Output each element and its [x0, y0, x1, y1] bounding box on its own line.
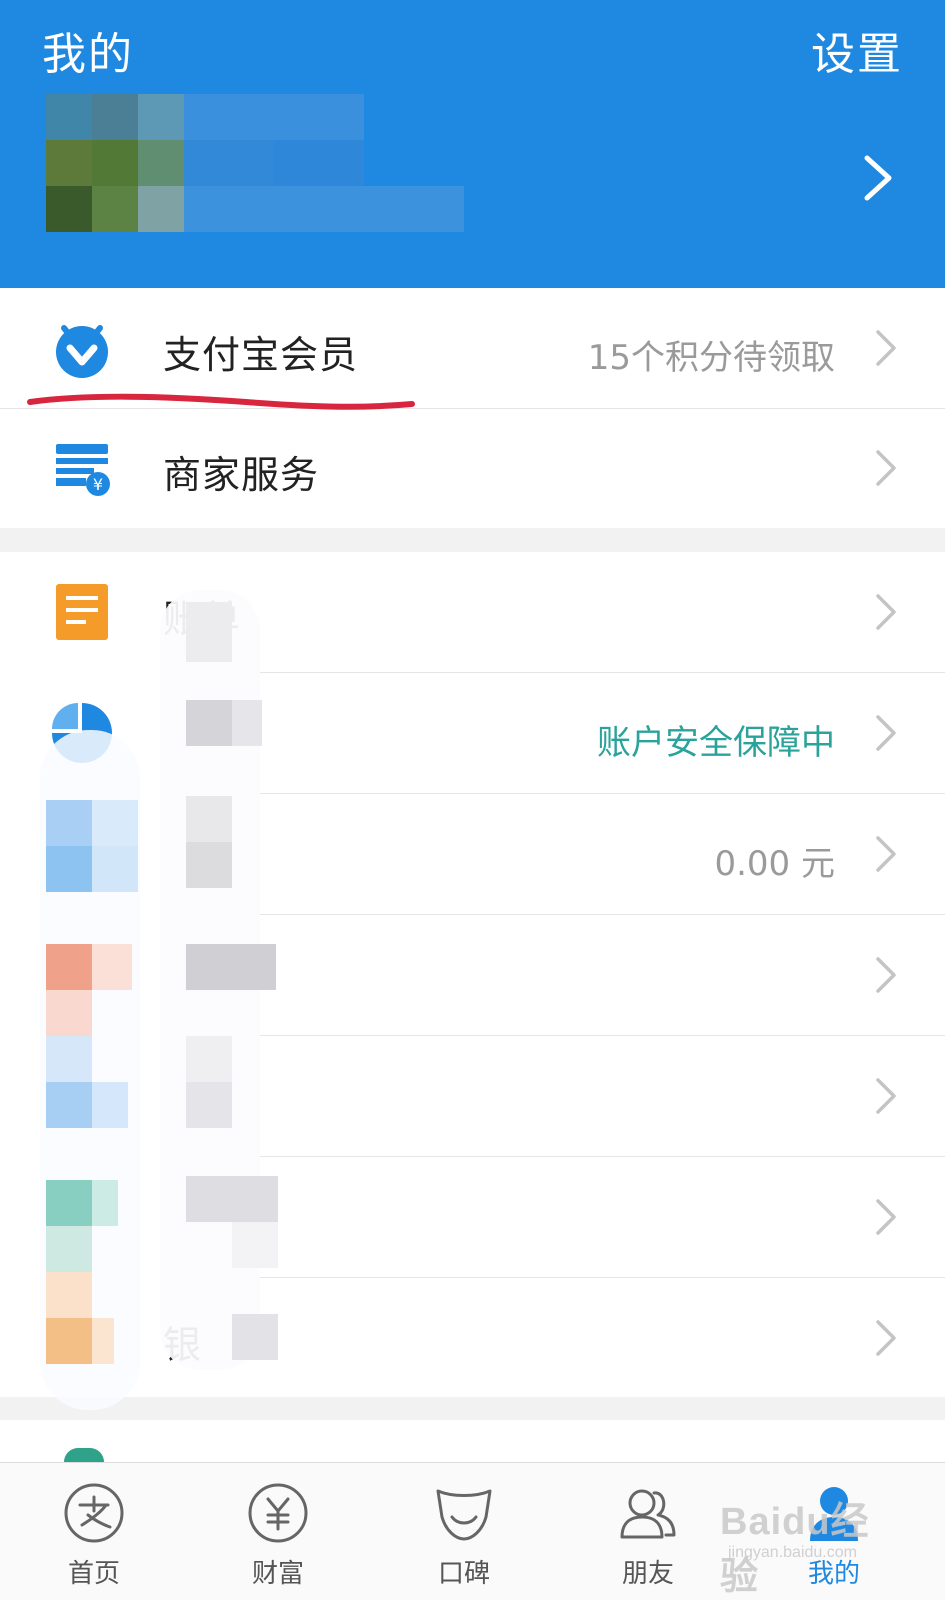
row-flower[interactable] — [0, 1036, 945, 1156]
row-value: 账户安全保障中 — [597, 723, 835, 763]
tab-label: 口碑 — [437, 1559, 490, 1589]
avatar — [46, 94, 466, 236]
tab-friends[interactable]: 朋友 — [578, 1463, 718, 1600]
row-value: 15个积分待领取 — [587, 338, 835, 378]
baidu-watermark: Baidu经验 jingyan.baidu.com — [720, 1490, 900, 1598]
chevron-right-icon — [876, 594, 896, 630]
profile-card[interactable] — [0, 88, 945, 278]
settings-button[interactable]: 设置 — [811, 18, 903, 82]
row-merchant-services[interactable]: ¥ 商家服务 — [0, 408, 945, 528]
red-underline-annotation — [27, 393, 415, 410]
chevron-right-icon — [876, 1078, 896, 1114]
row-balance[interactable]: 0.00 元 — [0, 794, 945, 914]
chevron-right-icon — [876, 450, 896, 486]
bill-icon — [56, 584, 108, 640]
chevron-right-icon — [876, 330, 896, 366]
merchant-store-icon: ¥ — [56, 444, 110, 496]
friends-icon — [620, 1489, 676, 1539]
tab-home[interactable]: 首页 — [24, 1463, 164, 1600]
chevron-right-icon — [876, 836, 896, 872]
row-bill[interactable]: 账单 — [0, 552, 945, 672]
chevron-right-icon — [876, 1199, 896, 1235]
row-label: 银 — [163, 1323, 203, 1367]
pie-chart-icon — [52, 703, 112, 763]
chevron-right-icon — [876, 1320, 896, 1356]
row-label: 账单 — [163, 597, 242, 641]
row-bank-card[interactable]: 银 — [0, 1278, 945, 1398]
koubei-icon — [436, 1489, 492, 1541]
tab-koubei[interactable]: 口碑 — [394, 1463, 534, 1600]
chevron-right-icon — [876, 715, 896, 751]
partial-icon — [64, 1448, 104, 1462]
member-badge-icon — [56, 325, 108, 378]
wealth-yen-icon — [248, 1483, 308, 1543]
watermark-url: jingyan.baidu.com — [728, 1544, 857, 1561]
more-section — [0, 1420, 945, 1462]
tab-label: 财富 — [251, 1559, 304, 1589]
header: 我的 设置 — [0, 0, 945, 288]
row-account-security[interactable]: 账户安全保障中 — [0, 673, 945, 793]
row-label: 支付宝会员 — [163, 333, 359, 377]
alipay-home-icon — [64, 1483, 124, 1543]
row-treasure[interactable] — [0, 915, 945, 1035]
page-title: 我的 — [42, 29, 134, 80]
svg-text:¥: ¥ — [93, 475, 103, 494]
tab-wealth[interactable]: 财富 — [208, 1463, 348, 1600]
row-fund[interactable] — [0, 1157, 945, 1277]
account-section: 账单 账户安全保障中 0.00 元 银 — [0, 552, 945, 1397]
chevron-right-icon — [864, 155, 892, 201]
chevron-right-icon — [876, 957, 896, 993]
tab-label: 首页 — [67, 1559, 120, 1589]
row-value: 0.00 元 — [714, 844, 835, 884]
tab-label: 朋友 — [621, 1559, 674, 1589]
row-label: 商家服务 — [163, 453, 320, 497]
